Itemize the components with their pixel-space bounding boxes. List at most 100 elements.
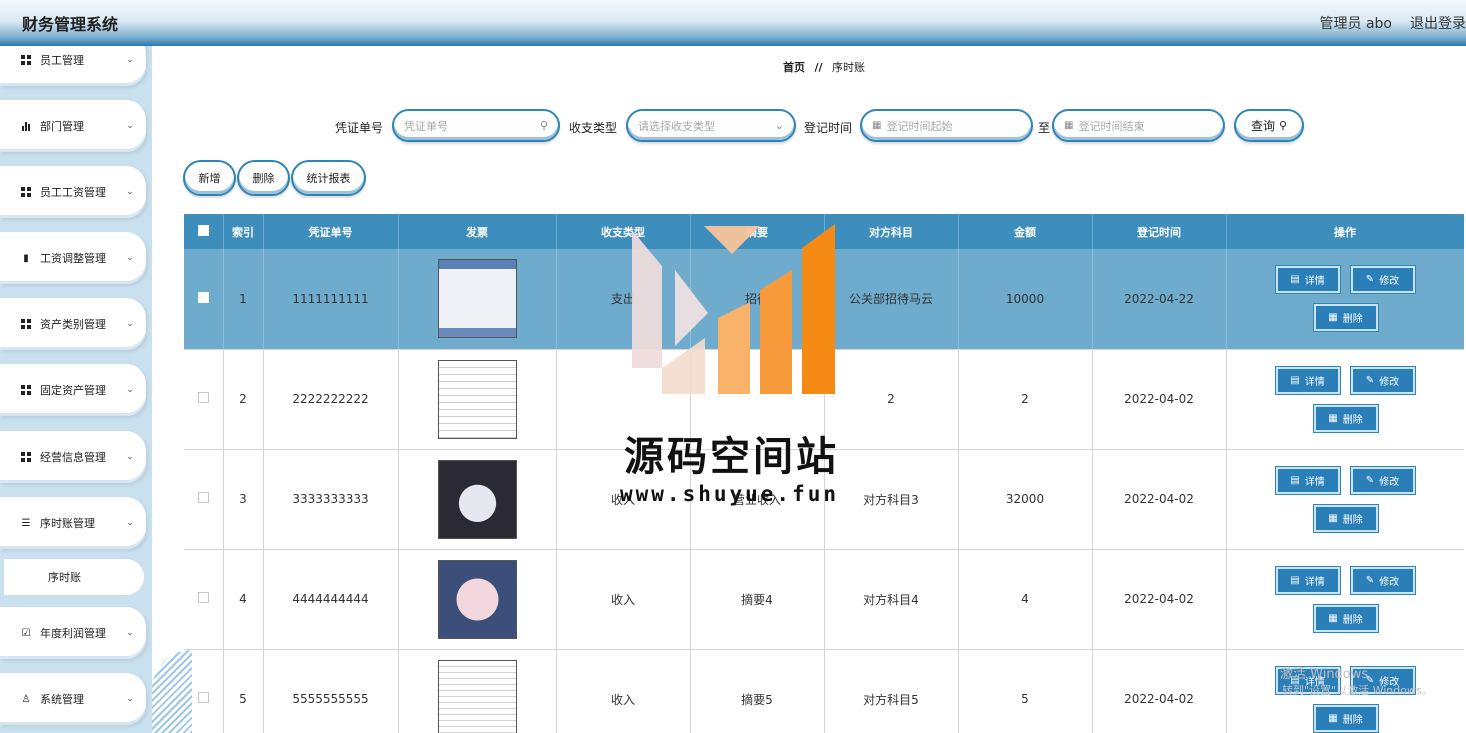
- trash-icon: ▦: [1328, 512, 1338, 524]
- select-all-cell[interactable]: [184, 214, 224, 249]
- cell-amount: 2: [958, 349, 1093, 450]
- sidebar-item-label: 员工管理: [40, 54, 84, 67]
- edit-label: 修改: [1379, 476, 1400, 488]
- row-delete-button[interactable]: ▦ 删除: [1312, 703, 1379, 733]
- type-select[interactable]: 请选择收支类型 ⌄: [626, 109, 796, 142]
- row-checkbox[interactable]: [197, 592, 209, 603]
- column-header: 登记时间: [1092, 214, 1227, 249]
- cell-account: 2: [824, 349, 959, 450]
- detail-label: 详情: [1304, 476, 1325, 488]
- cell-index: 3: [223, 449, 264, 550]
- cell-voucher: 4444444444: [263, 549, 399, 650]
- sidebar-item-asset-category[interactable]: 资产类别管理 ⌄: [0, 298, 146, 350]
- document-icon: ▤: [1290, 574, 1300, 586]
- invoice-thumbnail[interactable]: [437, 459, 517, 539]
- edit-button[interactable]: ✎ 修改: [1349, 265, 1416, 294]
- cell-operations: ▤ 详情 ✎ 修改 ▦ 删除: [1226, 549, 1464, 650]
- edit-button[interactable]: ✎ 修改: [1349, 365, 1416, 395]
- windows-activation: 激活 Windows: [1280, 667, 1369, 682]
- trash-icon: ▦: [1328, 412, 1338, 424]
- voucher-label: 凭证单号: [335, 121, 384, 135]
- cell-date: 2022-04-02: [1092, 449, 1227, 550]
- sidebar: 员工管理 ⌄ 部门管理 ⌄ 员工工资管理 ⌄ ▮ 工资调整管理 ⌄ 资产类别管理…: [0, 46, 152, 733]
- time-end-placeholder: 登记时间结束: [1078, 119, 1145, 133]
- header-user-area: 管理员 abo 退出登录: [1320, 13, 1466, 33]
- row-checkbox[interactable]: [197, 392, 209, 403]
- time-end-input[interactable]: ▦ 登记时间结束: [1052, 109, 1225, 142]
- cell-date: 2022-04-22: [1092, 249, 1227, 350]
- cell-summary: 摘要5: [690, 649, 825, 733]
- cell-operations: ▤ 详情 ✎ 修改 ▦ 删除: [1226, 249, 1464, 350]
- logout-link[interactable]: 退出登录: [1410, 13, 1466, 33]
- row-checkbox[interactable]: [197, 492, 209, 503]
- query-button[interactable]: 查询 ⚲: [1234, 109, 1304, 142]
- row-checkbox[interactable]: [197, 291, 209, 303]
- row-delete-button[interactable]: ▦ 删除: [1312, 303, 1379, 332]
- row-checkbox[interactable]: [197, 692, 209, 703]
- breadcrumb-home[interactable]: 首页: [783, 61, 805, 74]
- grid-icon: [20, 54, 32, 66]
- row-delete-button[interactable]: ▦ 删除: [1312, 603, 1379, 633]
- document-icon: ▤: [1290, 374, 1300, 386]
- detail-button[interactable]: ▤ 详情: [1274, 565, 1341, 595]
- sidebar-item-business-info[interactable]: 经营信息管理 ⌄: [0, 431, 146, 483]
- report-button[interactable]: 统计报表: [291, 160, 366, 196]
- sidebar-item-label: 年度利润管理: [40, 627, 106, 640]
- sidebar-item-annual-profit[interactable]: ☑ 年度利润管理 ⌄: [0, 607, 146, 659]
- cell-amount: 5: [958, 649, 1093, 733]
- search-icon: ⚲: [539, 119, 548, 132]
- edit-button[interactable]: ✎ 修改: [1349, 565, 1416, 595]
- invoice-thumbnail[interactable]: [437, 259, 517, 339]
- sidebar-subitem-journal[interactable]: 序时账: [4, 559, 144, 595]
- sidebar-item-salary-adjust[interactable]: ▮ 工资调整管理 ⌄: [0, 232, 146, 284]
- sidebar-item-salary[interactable]: 员工工资管理 ⌄: [0, 166, 146, 218]
- select-all-checkbox[interactable]: [197, 224, 209, 236]
- add-button[interactable]: 新增: [183, 160, 236, 196]
- list-icon: ☰: [21, 517, 31, 529]
- table-row[interactable]: 1 1111111111 支出 招待 公关部招待马云 10000 2022-04…: [184, 249, 1464, 350]
- invoice-thumbnail[interactable]: [437, 359, 517, 439]
- edit-icon: ✎: [1365, 374, 1375, 386]
- table-row[interactable]: 5 5555555555 收入 摘要5 对方科目5 5 2022-04-02 ▤…: [184, 649, 1464, 733]
- column-header: 收支类型: [556, 214, 691, 249]
- type-label: 收支类型: [569, 121, 618, 135]
- type-placeholder: 请选择收支类型: [638, 119, 715, 133]
- chevron-down-icon: ⌄: [774, 119, 784, 132]
- column-header: 凭证单号: [263, 214, 399, 249]
- document-icon: ▤: [1290, 274, 1300, 285]
- invoice-thumbnail[interactable]: [437, 659, 517, 733]
- row-delete-button[interactable]: ▦ 删除: [1312, 503, 1379, 533]
- delete-label: 删除: [1342, 714, 1363, 726]
- table-row[interactable]: 4 4444444444 收入 摘要4 对方科目4 4 2022-04-02 ▤…: [184, 549, 1464, 650]
- column-header: 发票: [398, 214, 557, 249]
- cell-type: 收入: [556, 549, 691, 650]
- cell-amount: 4: [958, 549, 1093, 650]
- detail-button[interactable]: ▤ 详情: [1274, 365, 1341, 395]
- breadcrumb-current: 序时账: [832, 61, 866, 74]
- cell-amount: 10000: [958, 249, 1093, 350]
- sidebar-item-label: 资产类别管理: [40, 318, 106, 331]
- time-start-input[interactable]: ▦ 登记时间起始: [860, 109, 1033, 142]
- edit-button[interactable]: ✎ 修改: [1349, 465, 1416, 495]
- column-header: 对方科目: [824, 214, 959, 249]
- sidebar-item-system[interactable]: ♙ 系统管理 ⌄: [0, 673, 146, 725]
- chevron-down-icon: ⌄: [126, 694, 134, 704]
- cell-account: 对方科目5: [824, 649, 959, 733]
- cell-amount: 32000: [958, 449, 1093, 550]
- delete-label: 删除: [1342, 314, 1363, 325]
- sidebar-item-fixed-asset[interactable]: 固定资产管理 ⌄: [0, 364, 146, 416]
- row-delete-button[interactable]: ▦ 删除: [1312, 403, 1379, 433]
- sidebar-item-journal[interactable]: ☰ 序时账管理 ⌄: [0, 497, 146, 549]
- sidebar-item-employee[interactable]: 员工管理 ⌄: [0, 46, 146, 86]
- invoice-thumbnail[interactable]: [437, 559, 517, 639]
- breadcrumb-separator: //: [814, 61, 823, 74]
- delete-button[interactable]: 删除: [237, 160, 290, 196]
- detail-button[interactable]: ▤ 详情: [1274, 465, 1341, 495]
- voucher-input[interactable]: 凭证单号 ⚲: [392, 109, 560, 142]
- cell-voucher: 1111111111: [263, 249, 399, 350]
- time-start-placeholder: 登记时间起始: [886, 119, 953, 133]
- cell-type: 支出: [556, 249, 691, 350]
- sidebar-item-label: 系统管理: [40, 693, 84, 706]
- chevron-down-icon: ⌄: [126, 55, 134, 65]
- detail-button[interactable]: ▤ 详情: [1274, 265, 1341, 294]
